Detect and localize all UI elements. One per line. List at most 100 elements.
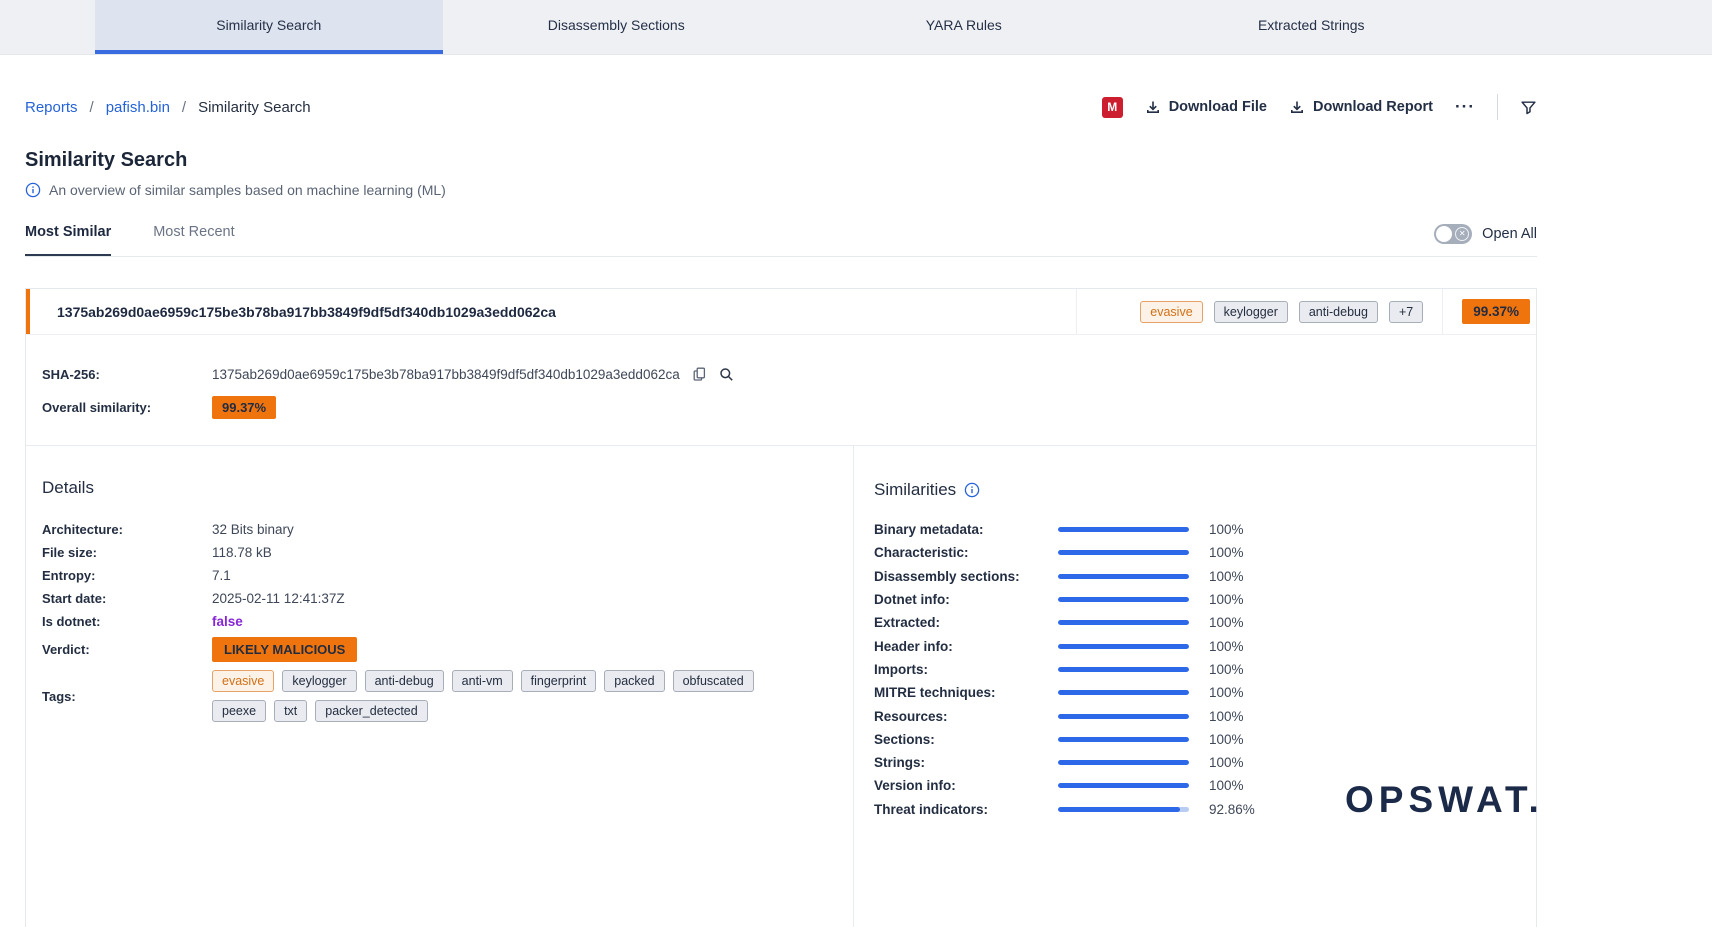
detail-value: 32 Bits binary (212, 522, 294, 537)
similarities-heading-row: Similarities (874, 480, 1536, 500)
card-detail-panels: Details Architecture:32 Bits binaryFile … (26, 445, 1536, 927)
tag-chip-peexe[interactable]: peexe (212, 700, 266, 722)
similarity-label: Characteristic: (874, 545, 1058, 560)
tag-chip-evasive[interactable]: evasive (212, 670, 274, 692)
similarity-bar (1058, 574, 1189, 579)
tag-chip-7[interactable]: +7 (1389, 301, 1423, 323)
detail-label: File size: (42, 545, 212, 560)
similarity-value: 100% (1209, 592, 1244, 607)
verdict-row: Verdict: LIKELY MALICIOUS (42, 637, 853, 662)
similarity-label: Imports: (874, 662, 1058, 677)
download-file-label: Download File (1169, 99, 1267, 115)
detail-row-file-size: File size:118.78 kB (42, 545, 853, 560)
tag-chip-evasive[interactable]: evasive (1140, 301, 1202, 323)
top-tab-bar: Similarity SearchDisassembly SectionsYAR… (0, 0, 1712, 55)
similarity-value: 100% (1209, 755, 1244, 770)
tag-chip-anti-vm[interactable]: anti-vm (452, 670, 513, 692)
tab-disassembly-sections[interactable]: Disassembly Sections (443, 0, 791, 54)
breadcrumb-separator: / (182, 99, 186, 116)
similarity-label: Disassembly sections: (874, 569, 1058, 584)
similarity-label: Resources: (874, 709, 1058, 724)
tag-chip-anti-debug[interactable]: anti-debug (365, 670, 444, 692)
tag-chip-fingerprint[interactable]: fingerprint (521, 670, 597, 692)
breadcrumb-row: Reports/pafish.bin/Similarity Search M D… (25, 93, 1537, 121)
view-tab-most-similar[interactable]: Most Similar (25, 224, 111, 256)
tab-yara-rules[interactable]: YARA Rules (790, 0, 1138, 54)
opswat-logo: OPSWAT. (1345, 779, 1544, 821)
similarity-row-disassembly-sections: Disassembly sections:100% (874, 565, 1536, 588)
similarity-bar-fill (1058, 807, 1180, 812)
similarity-row-characteristic: Characteristic:100% (874, 541, 1536, 564)
similarity-bar (1058, 550, 1189, 555)
similarity-bar (1058, 644, 1189, 649)
close-icon: ✕ (1455, 227, 1469, 241)
page-subtitle-row: An overview of similar samples based on … (25, 182, 1537, 198)
detail-value: 2025-02-11 12:41:37Z (212, 591, 345, 606)
download-file-button[interactable]: Download File (1145, 99, 1267, 115)
tag-chip-keylogger[interactable]: keylogger (1214, 301, 1288, 323)
overall-similarity-label: Overall similarity: (42, 400, 212, 415)
breadcrumb-item-pafish-bin[interactable]: pafish.bin (106, 99, 170, 116)
similarity-bar (1058, 714, 1189, 719)
actions-divider (1497, 94, 1498, 120)
tag-chip-keylogger[interactable]: keylogger (282, 670, 356, 692)
hash-actions (692, 366, 734, 382)
open-all-toggle[interactable]: ✕ (1434, 224, 1472, 244)
similarities-panel: Similarities Binary metadata:100%Charact… (853, 446, 1536, 927)
similarity-label: Dotnet info: (874, 592, 1058, 607)
similarity-bar (1058, 527, 1189, 532)
similarity-row-strings: Strings:100% (874, 751, 1536, 774)
similarity-bar-fill (1058, 737, 1189, 742)
filter-icon[interactable] (1520, 99, 1537, 116)
open-all-control: ✕ Open All (1434, 224, 1537, 244)
detail-row-start-date: Start date:2025-02-11 12:41:37Z (42, 591, 853, 606)
overall-similarity-row: Overall similarity: 99.37% (42, 396, 1536, 419)
breadcrumb-item-similarity-search: Similarity Search (198, 99, 311, 116)
breadcrumb-item-reports[interactable]: Reports (25, 99, 78, 116)
similarity-value: 92.86% (1209, 802, 1255, 817)
sha256-label: SHA-256: (42, 367, 212, 382)
similarity-label: Header info: (874, 639, 1058, 654)
similarity-bar-fill (1058, 550, 1189, 555)
malicious-verdict-badge: M (1102, 97, 1123, 118)
view-tab-most-recent[interactable]: Most Recent (153, 224, 234, 256)
similarity-bar (1058, 667, 1189, 672)
similarity-bar (1058, 620, 1189, 625)
sample-card-header[interactable]: 1375ab269d0ae6959c175be3b78ba917bb3849f9… (26, 289, 1536, 335)
similarity-bar (1058, 760, 1189, 765)
similarity-rows: Binary metadata:100%Characteristic:100%D… (874, 518, 1536, 821)
header-divider (1442, 289, 1443, 334)
info-icon[interactable] (964, 482, 980, 498)
search-icon[interactable] (719, 367, 734, 382)
detail-label: Architecture: (42, 522, 212, 537)
similarity-bar-fill (1058, 574, 1189, 579)
tag-chip-anti-debug[interactable]: anti-debug (1299, 301, 1378, 323)
open-all-label: Open All (1482, 226, 1537, 242)
similarity-value: 100% (1209, 732, 1244, 747)
tags-row: Tags: evasive keylogger anti-debug anti-vm f… (42, 670, 853, 722)
similarity-value: 100% (1209, 639, 1244, 654)
detail-value: 7.1 (212, 568, 231, 583)
detail-row-is-dotnet: Is dotnet:false (42, 614, 853, 629)
tag-chip-packed[interactable]: packed (604, 670, 664, 692)
download-report-button[interactable]: Download Report (1289, 99, 1433, 115)
similar-sample-card: 1375ab269d0ae6959c175be3b78ba917bb3849f9… (25, 288, 1537, 927)
similarity-label: Binary metadata: (874, 522, 1058, 537)
similarity-row-binary-metadata: Binary metadata:100% (874, 518, 1536, 541)
tag-chip-packer-detected[interactable]: packer_detected (315, 700, 427, 722)
similarity-label: Sections: (874, 732, 1058, 747)
tags-label: Tags: (42, 689, 212, 704)
similarity-row-sections: Sections: 100% (874, 728, 1536, 751)
tag-chip-obfuscated[interactable]: obfuscated (673, 670, 754, 692)
tag-chip-txt[interactable]: txt (274, 700, 307, 722)
detail-label: Entropy: (42, 568, 212, 583)
detail-row-architecture: Architecture:32 Bits binary (42, 522, 853, 537)
details-rows: Architecture:32 Bits binary File size:118… (42, 522, 853, 629)
copy-icon[interactable] (692, 366, 707, 382)
header-tags: evasive keylogger anti-debug +7 (1140, 301, 1423, 323)
tab-extracted-strings[interactable]: Extracted Strings (1138, 0, 1486, 54)
more-actions-button[interactable]: ··· (1455, 97, 1475, 117)
similarity-value: 100% (1209, 662, 1244, 677)
tab-similarity-search[interactable]: Similarity Search (95, 0, 443, 54)
header-divider (1076, 289, 1077, 334)
